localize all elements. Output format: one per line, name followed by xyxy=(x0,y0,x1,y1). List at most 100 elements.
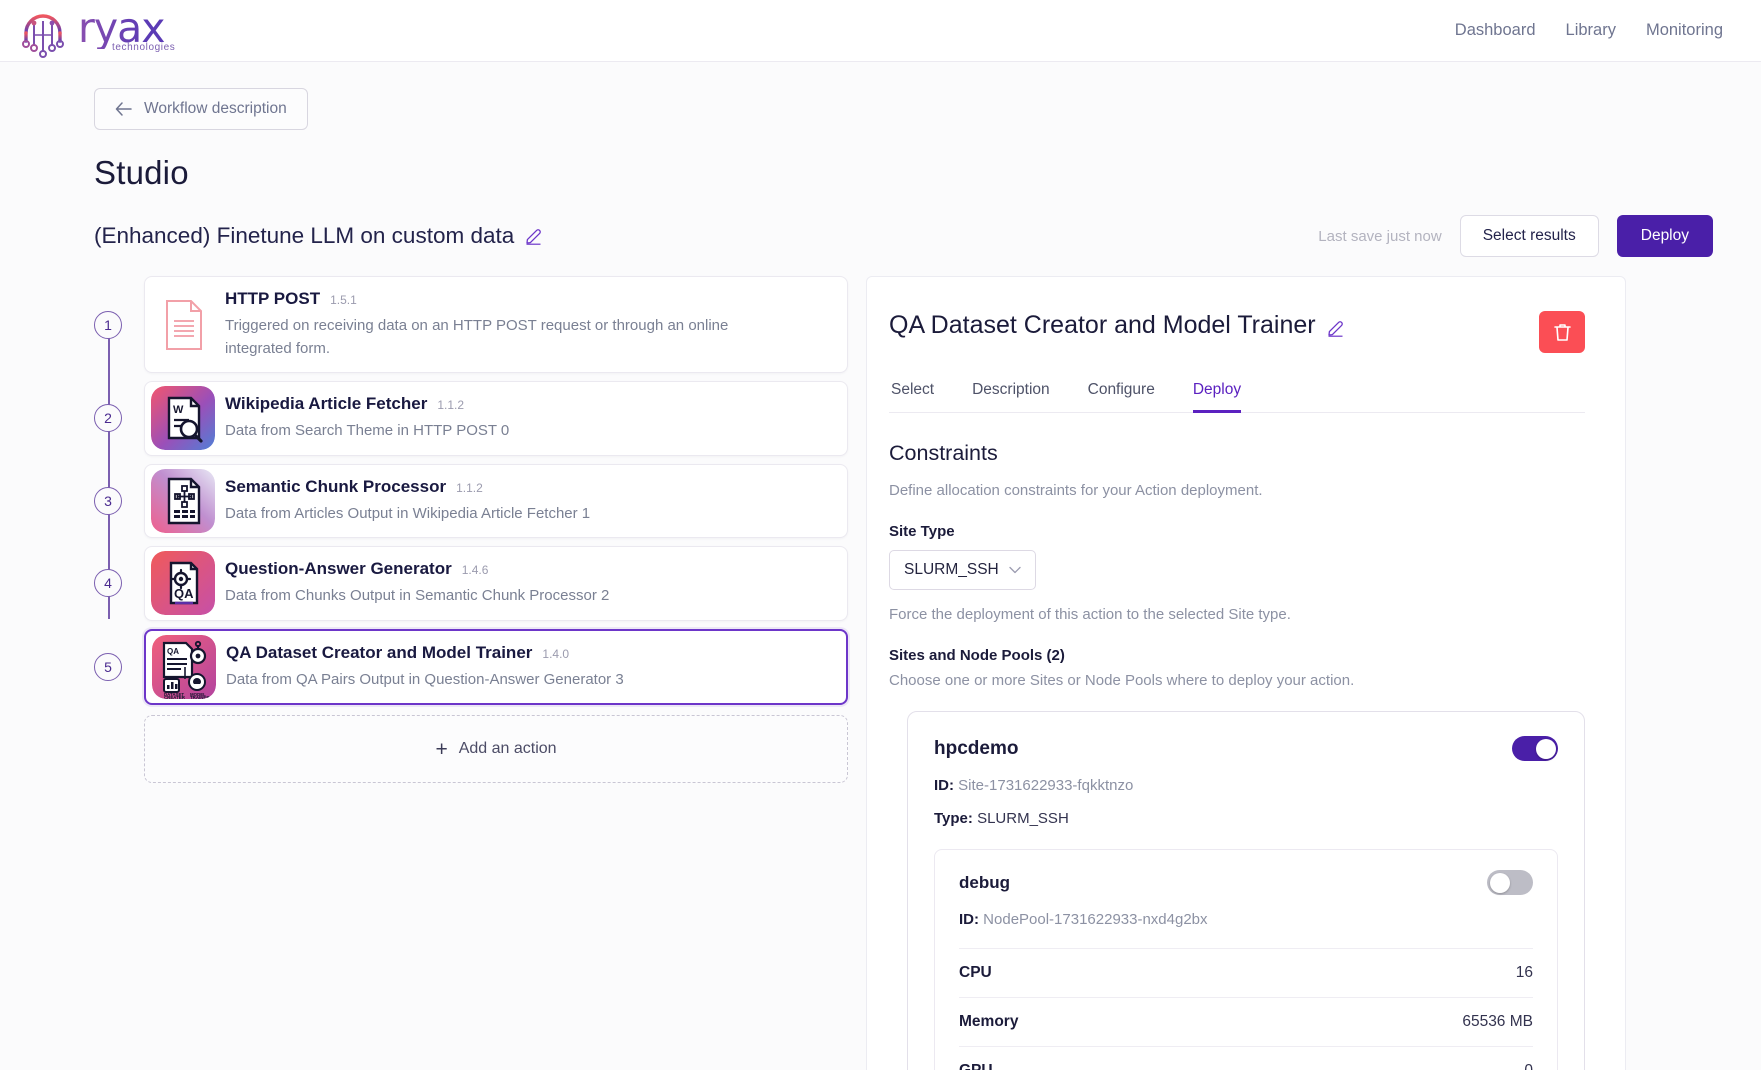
top-navigation-bar: ryax technologies Dashboard Library Moni… xyxy=(0,0,1761,62)
tab-select[interactable]: Select xyxy=(891,381,934,413)
action-card-body: Semantic Chunk Processor 1.1.2 Data from… xyxy=(221,465,606,538)
resource-value: 16 xyxy=(1515,964,1533,981)
tab-configure[interactable]: Configure xyxy=(1088,381,1155,413)
action-version: 1.1.2 xyxy=(437,398,465,412)
resource-row-memory: Memory 65536 MB xyxy=(959,997,1533,1046)
brand-tagline: technologies xyxy=(112,42,176,53)
dataset-trainer-icon: QA DATASET CREATER MODEL TRAINER xyxy=(152,634,216,699)
node-pool-card-debug: debug ID: NodePool-1731622933-nxd4g2bx C… xyxy=(934,849,1558,1070)
site-type-val: SLURM_SSH xyxy=(977,810,1069,827)
resource-value: 0 xyxy=(1524,1062,1533,1070)
resource-row-gpu: GPU 0 xyxy=(959,1046,1533,1070)
workflow-title: (Enhanced) Finetune LLM on custom data xyxy=(94,223,515,248)
action-card-body: Wikipedia Article Fetcher 1.1.2 Data fro… xyxy=(221,382,525,455)
page-title: Studio xyxy=(94,154,189,191)
action-card-body: QA Dataset Creator and Model Trainer 1.4… xyxy=(222,631,640,704)
workflow-title-row: (Enhanced) Finetune LLM on custom data L… xyxy=(94,214,1723,258)
action-title: Wikipedia Article Fetcher xyxy=(225,394,428,413)
workflow-step[interactable]: 3 Semantic Chunk Processor 1.1.2 Data fr… xyxy=(94,463,848,538)
action-card[interactable]: QA DATASET CREATER MODEL TRAINER QA Data… xyxy=(144,628,848,705)
plus-icon: + xyxy=(435,737,448,761)
constraints-description: Define allocation constraints for your A… xyxy=(889,482,1263,499)
edit-action-name-pencil-icon[interactable] xyxy=(1327,320,1344,337)
add-action-button[interactable]: + Add an action xyxy=(144,715,848,783)
action-card[interactable]: QA Question-Answer Generator 1.4.6 Data … xyxy=(144,546,848,621)
action-subtitle: Data from Chunks Output in Semantic Chun… xyxy=(225,587,610,604)
workflow-step[interactable]: 4 QA Question-Answer Generator 1.4.6 Dat… xyxy=(94,546,848,621)
tab-description[interactable]: Description xyxy=(972,381,1050,413)
workflow-step[interactable]: 2 W Wikipedia Article Fetcher 1.1.2 Data… xyxy=(94,381,848,456)
svg-text:QA: QA xyxy=(167,647,179,656)
document-lines-icon xyxy=(151,292,215,357)
main-area: 1 HTTP POST 1.5.1 Triggered on receiving… xyxy=(38,276,1723,1070)
sites-node-pools-label: Sites and Node Pools (2) xyxy=(889,647,1065,664)
main-nav: Dashboard Library Monitoring xyxy=(1455,21,1723,40)
site-name: hpcdemo xyxy=(934,737,1019,759)
resource-key: CPU xyxy=(959,964,992,981)
panel-header: QA Dataset Creator and Model Trainer xyxy=(889,311,1585,353)
nav-item-dashboard[interactable]: Dashboard xyxy=(1455,21,1536,40)
site-type-label: Site Type xyxy=(889,523,955,540)
svg-text:CREATER: CREATER xyxy=(164,695,186,699)
step-number-badge: 2 xyxy=(94,404,122,433)
node-pool-header: debug xyxy=(959,870,1533,895)
site-type-value: SLURM_SSH xyxy=(904,561,999,578)
step-number-badge: 5 xyxy=(94,652,122,681)
action-card[interactable]: Semantic Chunk Processor 1.1.2 Data from… xyxy=(144,463,848,538)
delete-action-button[interactable] xyxy=(1539,311,1585,353)
resource-key: Memory xyxy=(959,1013,1019,1030)
tab-deploy[interactable]: Deploy xyxy=(1192,381,1242,413)
edit-workflow-title-pencil-icon[interactable] xyxy=(525,228,542,245)
constraints-heading: Constraints xyxy=(889,441,998,465)
resource-key: GPU xyxy=(959,1062,993,1070)
node-pool-enable-toggle[interactable] xyxy=(1487,870,1533,895)
select-results-button[interactable]: Select results xyxy=(1459,215,1599,257)
workflow-description-button[interactable]: Workflow description xyxy=(94,88,308,130)
action-icon-wrap xyxy=(145,465,221,538)
deploy-button[interactable]: Deploy xyxy=(1616,215,1713,257)
arrow-left-icon xyxy=(115,102,132,116)
site-card-hpcdemo: hpcdemo ID: Site-1731622933-fqkktnzo Typ… xyxy=(907,711,1585,1070)
action-card-body: Question-Answer Generator 1.4.6 Data fro… xyxy=(221,547,625,620)
qa-gear-icon: QA xyxy=(151,551,215,616)
action-subtitle: Triggered on receiving data on an HTTP P… xyxy=(225,317,729,357)
trash-icon xyxy=(1553,324,1571,341)
step-number-badge: 1 xyxy=(94,310,122,339)
chevron-down-icon xyxy=(1009,566,1021,574)
action-version: 1.1.2 xyxy=(456,480,483,495)
site-type-select[interactable]: SLURM_SSH xyxy=(889,550,1036,590)
action-icon-wrap: QA xyxy=(145,547,221,620)
toggle-knob xyxy=(1535,738,1556,759)
action-version: 1.4.6 xyxy=(461,563,489,577)
toggle-knob xyxy=(1489,872,1510,893)
action-title: Semantic Chunk Processor xyxy=(225,476,447,496)
action-icon-wrap xyxy=(145,277,221,372)
action-icon-wrap: W xyxy=(145,382,221,455)
site-enable-toggle[interactable] xyxy=(1512,736,1558,761)
brand-logo[interactable]: ryax technologies xyxy=(12,3,175,59)
node-pool-id-value: NodePool-1731622933-nxd4g2bx xyxy=(983,911,1208,928)
site-id-value: Site-1731622933-fqkktnzo xyxy=(958,777,1134,794)
action-version: 1.4.0 xyxy=(542,646,570,661)
site-id-label: ID: xyxy=(934,777,954,794)
workflow-step[interactable]: 1 HTTP POST 1.5.1 Triggered on receiving… xyxy=(94,276,848,373)
svg-text:TRAINER: TRAINER xyxy=(190,695,210,699)
step-number-badge: 3 xyxy=(94,486,122,515)
workflow-step-selected[interactable]: 5 QA DATASET CREATER MODEL TRAINER QA Da… xyxy=(94,628,848,705)
nav-item-library[interactable]: Library xyxy=(1566,21,1616,40)
nav-item-monitoring[interactable]: Monitoring xyxy=(1646,21,1723,40)
chunk-document-icon xyxy=(151,468,215,533)
action-card[interactable]: HTTP POST 1.5.1 Triggered on receiving d… xyxy=(144,276,848,373)
action-icon-wrap: QA xyxy=(146,631,222,704)
action-subtitle: Data from Articles Output in Wikipedia A… xyxy=(225,504,591,522)
site-type-help: Force the deployment of this action to t… xyxy=(889,606,1291,623)
action-card[interactable]: W Wikipedia Article Fetcher 1.1.2 Data f… xyxy=(144,381,848,456)
resource-value: 65536 MB xyxy=(1462,1013,1533,1030)
action-title: HTTP POST xyxy=(225,289,321,308)
node-pool-id-row: ID: NodePool-1731622933-nxd4g2bx xyxy=(959,911,1533,928)
action-subtitle: Data from QA Pairs Output in Question-An… xyxy=(226,670,624,688)
workflow-description-label: Workflow description xyxy=(144,100,287,117)
action-version: 1.5.1 xyxy=(330,293,357,307)
page-content: Workflow description Studio (Enhanced) F… xyxy=(0,62,1761,1070)
ryax-circuit-logo-icon xyxy=(22,13,64,58)
